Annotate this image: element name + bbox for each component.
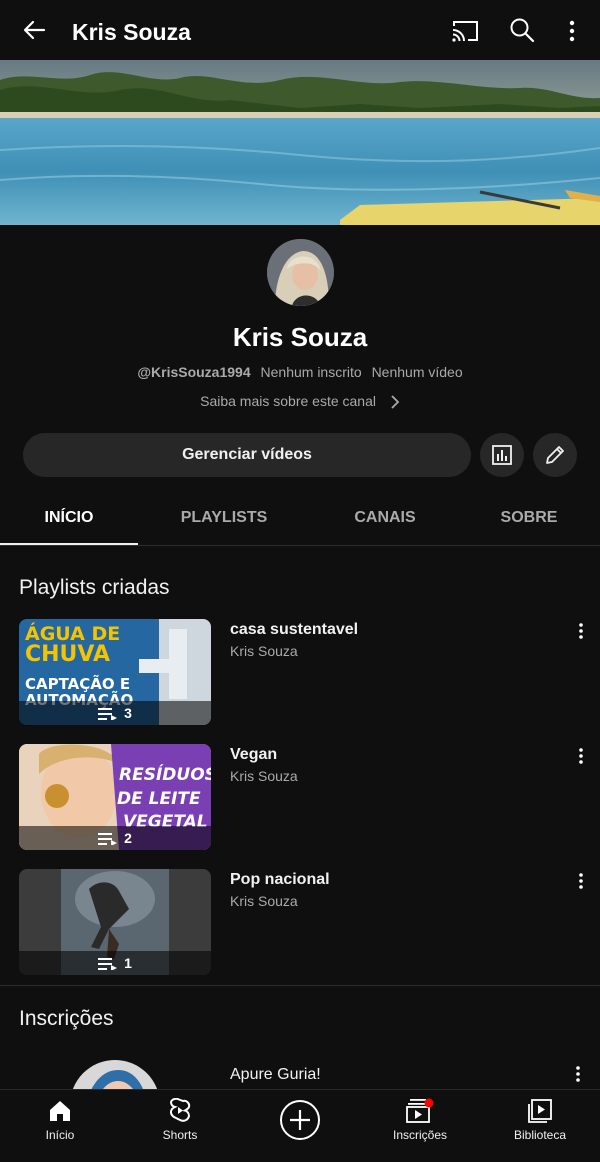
playlist-queue-icon (98, 958, 118, 972)
manage-videos-button[interactable]: Gerenciar vídeos (23, 433, 471, 477)
notification-badge (424, 1098, 434, 1108)
playlist-count-overlay: 1 (19, 951, 211, 975)
subscription-name[interactable]: Apure Guria! (230, 1066, 321, 1084)
playlist-queue-icon (98, 833, 118, 847)
nav-label: Biblioteca (513, 1128, 567, 1142)
playlist-owner: Kris Souza (230, 768, 298, 784)
home-icon (50, 1101, 70, 1121)
nav-inicio[interactable]: Início (20, 1090, 100, 1162)
bottom-navigation: Início Shorts Inscrições Biblioteca (0, 1089, 600, 1162)
playlist-count-overlay: 2 (19, 826, 211, 850)
search-icon[interactable] (508, 16, 536, 44)
thumb-text-2: CHUVA (25, 642, 110, 667)
about-channel-link[interactable]: Saiba mais sobre este canal (0, 393, 600, 410)
playlist-item[interactable]: 1 Pop nacional Kris Souza (0, 869, 600, 977)
channel-tabs: INÍCIO PLAYLISTS CANAIS SOBRE (0, 492, 600, 546)
more-vertical-icon[interactable] (574, 746, 588, 766)
more-vertical-icon[interactable] (574, 621, 588, 641)
thumb-text-1: RESÍDUOS (119, 763, 211, 785)
playlist-item[interactable]: ÁGUA DE CHUVA CAPTAÇÃO E AUTOMAÇÃO 3 cas… (0, 619, 600, 727)
page-title: Kris Souza (72, 19, 191, 45)
playlist-count: 1 (124, 955, 132, 971)
playlist-thumbnail[interactable]: 1 (19, 869, 211, 975)
top-app-bar: Kris Souza (0, 0, 600, 60)
more-vertical-icon[interactable] (574, 871, 588, 891)
playlist-count-overlay: 3 (19, 701, 211, 725)
thumb-text-2: DE LEITE (117, 789, 201, 809)
about-channel-label: Saiba mais sobre este canal (200, 393, 376, 409)
pencil-icon (546, 446, 564, 464)
playlist-title: Pop nacional (230, 871, 330, 888)
subscriptions-section-title: Inscrições (19, 1007, 114, 1030)
channel-banner (0, 60, 600, 225)
nav-inscricoes[interactable]: Inscrições (380, 1090, 460, 1162)
nav-label: Início (45, 1128, 75, 1142)
nav-label: Inscrições (392, 1128, 448, 1142)
playlist-queue-icon (98, 708, 118, 722)
avatar-image (267, 239, 334, 306)
playlist-item[interactable]: RESÍDUOS DE LEITE VEGETAL 2 Vegan Kris S… (0, 744, 600, 852)
chevron-right-icon (391, 395, 400, 409)
channel-name: Kris Souza (232, 322, 368, 352)
tab-canais[interactable]: CANAIS (330, 492, 440, 546)
playlist-owner: Kris Souza (230, 893, 298, 909)
playlist-count: 3 (124, 705, 132, 721)
playlist-owner: Kris Souza (230, 643, 298, 659)
shorts-icon (169, 1098, 191, 1122)
section-divider (0, 985, 600, 986)
nav-label: Shorts (162, 1128, 198, 1142)
playlist-title: Vegan (230, 746, 278, 763)
more-vertical-icon[interactable] (560, 16, 584, 46)
video-count: Nenhum vídeo (371, 364, 463, 380)
library-icon (528, 1099, 552, 1123)
subscriptions-icon (406, 1098, 434, 1123)
tab-inicio[interactable]: INÍCIO (0, 492, 138, 546)
active-tab-indicator (0, 543, 138, 545)
tab-sobre[interactable]: SOBRE (480, 492, 578, 546)
playlists-section-title: Playlists criadas (19, 576, 170, 599)
channel-avatar[interactable] (267, 239, 334, 306)
channel-handle: @KrisSouza1994 (137, 364, 251, 380)
nav-shorts[interactable]: Shorts (140, 1090, 220, 1162)
playlist-thumbnail[interactable]: ÁGUA DE CHUVA CAPTAÇÃO E AUTOMAÇÃO 3 (19, 619, 211, 725)
more-vertical-icon[interactable] (571, 1064, 585, 1084)
playlist-title: casa sustentavel (230, 621, 359, 638)
nav-biblioteca[interactable]: Biblioteca (500, 1090, 580, 1162)
analytics-button[interactable] (480, 433, 524, 477)
create-plus-icon (280, 1100, 320, 1140)
channel-meta: @KrisSouza1994 Nenhum inscrito Nenhum ví… (0, 364, 600, 380)
banner-image (0, 60, 600, 225)
playlist-count: 2 (124, 830, 132, 846)
analytics-icon (492, 445, 512, 465)
back-arrow-icon[interactable] (18, 14, 50, 46)
nav-create[interactable] (260, 1090, 340, 1162)
cast-icon[interactable] (450, 18, 480, 44)
playlist-thumbnail[interactable]: RESÍDUOS DE LEITE VEGETAL 2 (19, 744, 211, 850)
edit-channel-button[interactable] (533, 433, 577, 477)
tab-playlists[interactable]: PLAYLISTS (150, 492, 298, 546)
subscriber-count: Nenhum inscrito (260, 364, 362, 380)
